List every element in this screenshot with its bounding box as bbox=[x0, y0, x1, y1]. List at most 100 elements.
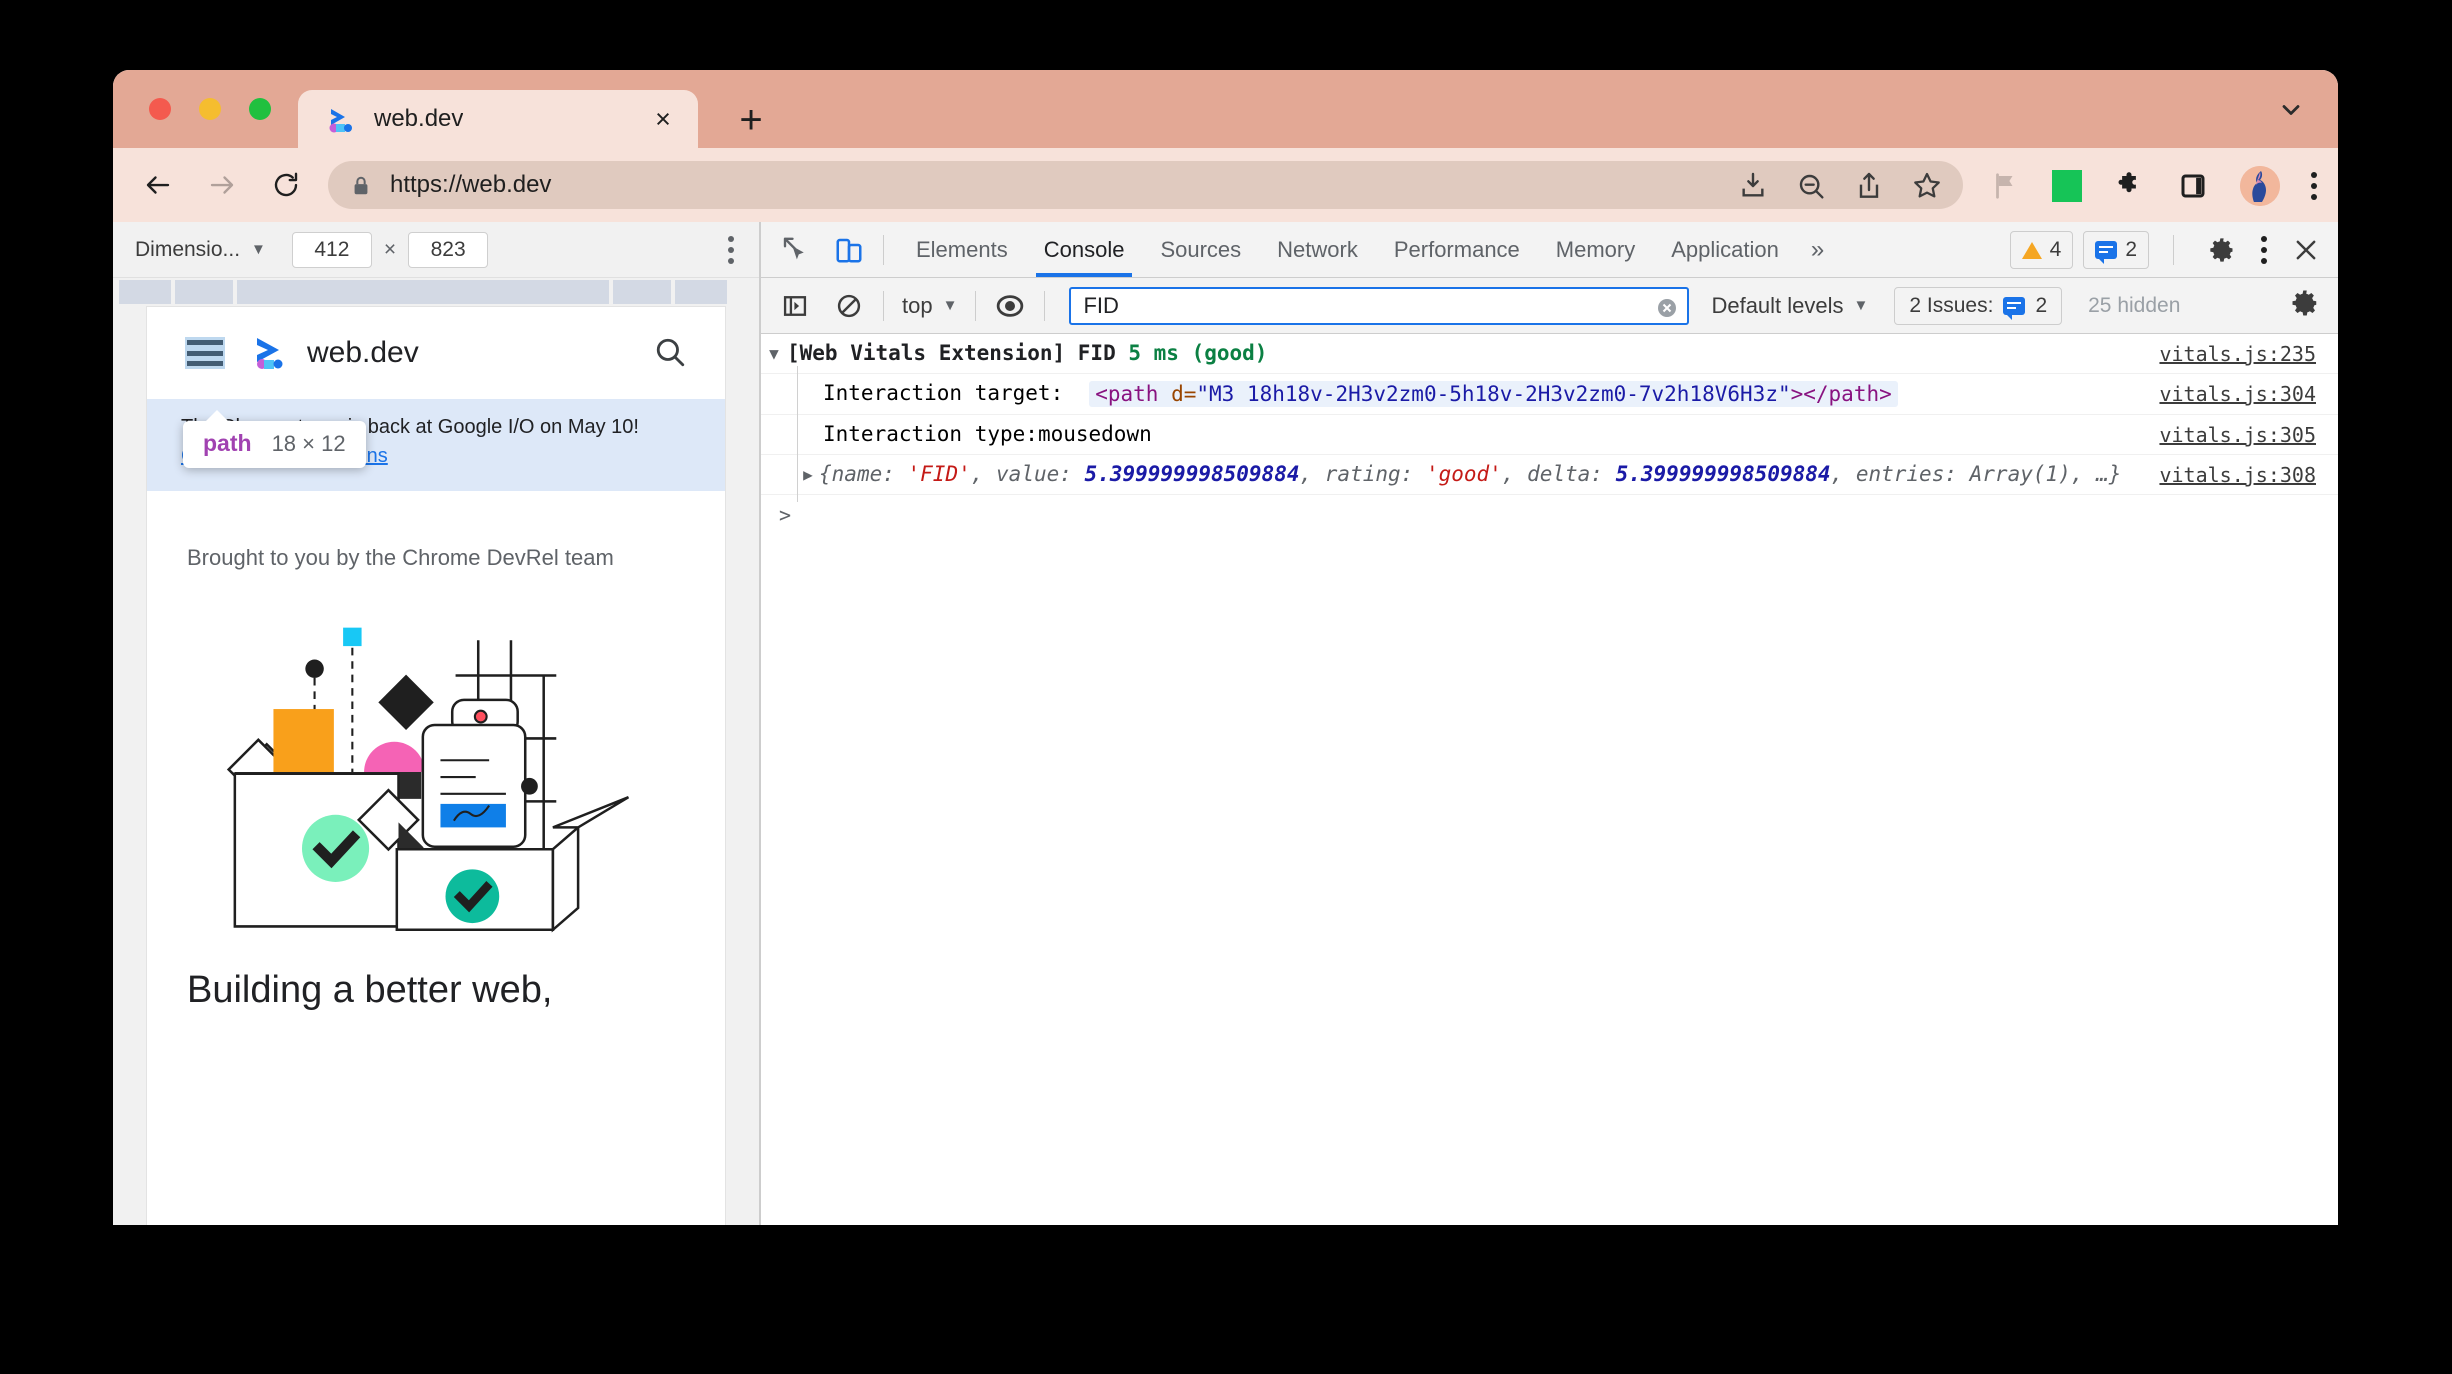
expand-arrow-icon[interactable]: ▼ bbox=[761, 341, 787, 363]
console-group-header[interactable]: ▼ [Web Vitals Extension] FID 5 ms (good)… bbox=[761, 334, 2338, 374]
console-message-interaction-type: Interaction type: mousedown vitals.js:30… bbox=[761, 407, 2338, 462]
maximize-window-button[interactable] bbox=[249, 98, 271, 120]
console-context-selector[interactable]: top ▼ bbox=[902, 293, 957, 319]
clear-console-icon[interactable] bbox=[829, 286, 869, 326]
bookmark-star-icon[interactable] bbox=[1911, 170, 1943, 202]
console-settings-gear-icon[interactable] bbox=[2290, 288, 2320, 323]
divider bbox=[883, 290, 884, 321]
levels-label: Default levels bbox=[1711, 292, 1844, 318]
console-sidebar-icon[interactable] bbox=[775, 286, 815, 326]
tab-elements[interactable]: Elements bbox=[898, 222, 1026, 277]
download-icon[interactable] bbox=[1737, 170, 1769, 202]
console-filter-input[interactable]: FID bbox=[1069, 286, 1690, 325]
filter-value: FID bbox=[1083, 292, 1119, 318]
console-toolbar: top ▼ FID Default levels ▼ 2 Issues: 2 2… bbox=[761, 278, 2338, 334]
log-levels-dropdown[interactable]: Default levels ▼ bbox=[1711, 293, 1868, 319]
device-height-input[interactable]: 823 bbox=[408, 231, 489, 268]
address-bar[interactable]: https://web.dev bbox=[328, 161, 1963, 209]
flag-icon[interactable] bbox=[1988, 169, 2022, 203]
warnings-badge[interactable]: 4 bbox=[2009, 231, 2074, 269]
device-viewport[interactable]: web.dev path 18 × 12 The Chrome team is … bbox=[147, 307, 725, 1225]
message-label: Interaction type: bbox=[823, 422, 1038, 446]
clear-input-icon[interactable] bbox=[1655, 296, 1679, 320]
tooltip-tag-name: path bbox=[203, 430, 252, 456]
source-link[interactable]: vitals.js:235 bbox=[2159, 342, 2316, 366]
dom-node-preview[interactable]: <path d="M3 18h18v-2H3v2zm0-5h18v-2H3v2z… bbox=[1089, 381, 1898, 407]
close-tab-button[interactable]: × bbox=[648, 104, 678, 134]
issues-count: 2 bbox=[2125, 238, 2137, 261]
console-prompt[interactable]: > bbox=[761, 495, 2338, 527]
group-title: [Web Vitals Extension] FID 5 ms (good) bbox=[787, 341, 1268, 365]
source-link[interactable]: vitals.js:304 bbox=[2159, 382, 2316, 406]
more-tabs-button[interactable]: » bbox=[1797, 236, 1838, 264]
device-toolbar: Dimensio... ▼ 412 × 823 bbox=[113, 222, 759, 278]
puzzle-extensions-icon[interactable] bbox=[2112, 169, 2146, 203]
tab-performance[interactable]: Performance bbox=[1376, 222, 1538, 277]
inspect-element-icon[interactable] bbox=[775, 230, 815, 270]
console-message-object[interactable]: ▶ {name: 'FID', value: 5.399999998509884… bbox=[761, 447, 2338, 502]
live-expression-icon[interactable] bbox=[990, 286, 1030, 326]
tab-strip: web.dev × + bbox=[113, 70, 2338, 148]
tab-sources[interactable]: Sources bbox=[1142, 222, 1259, 277]
hamburger-menu-icon[interactable] bbox=[185, 337, 225, 369]
source-link[interactable]: vitals.js:308 bbox=[2159, 463, 2316, 487]
new-tab-button[interactable]: + bbox=[733, 100, 769, 140]
close-window-button[interactable] bbox=[149, 98, 171, 120]
tooltip-dimensions: 18 × 12 bbox=[271, 431, 346, 456]
tab-console[interactable]: Console bbox=[1026, 222, 1143, 277]
side-panel-icon[interactable] bbox=[2176, 169, 2210, 203]
chevron-down-icon[interactable] bbox=[2276, 95, 2306, 125]
close-icon[interactable] bbox=[2286, 230, 2326, 270]
browser-actions bbox=[1988, 166, 2318, 206]
devtools-tabbar-actions: 4 2 bbox=[2009, 230, 2326, 270]
issue-bubble-icon bbox=[2003, 296, 2026, 320]
viewport-ruler[interactable] bbox=[113, 278, 759, 306]
reload-button[interactable] bbox=[259, 158, 313, 212]
browser-menu-icon[interactable] bbox=[2310, 172, 2318, 200]
issue-bubble-icon bbox=[2095, 241, 2118, 264]
webdev-logo-icon bbox=[325, 103, 357, 135]
site-header: web.dev bbox=[147, 307, 725, 399]
device-preset-dropdown[interactable]: Dimensio... ▼ bbox=[135, 238, 266, 262]
expand-arrow-icon[interactable]: ▶ bbox=[797, 462, 819, 484]
lock-icon bbox=[350, 173, 370, 197]
devtools-tabbar: Elements Console Sources Network Perform… bbox=[761, 222, 2338, 278]
element-inspect-tooltip: path 18 × 12 bbox=[183, 410, 366, 468]
device-more-options-icon[interactable] bbox=[727, 236, 735, 264]
tab-memory[interactable]: Memory bbox=[1538, 222, 1653, 277]
window-controls bbox=[149, 98, 271, 120]
browser-tab[interactable]: web.dev × bbox=[298, 90, 698, 148]
console-issues-button[interactable]: 2 Issues: 2 bbox=[1894, 286, 2063, 325]
forward-button[interactable] bbox=[195, 158, 249, 212]
page-body: Brought to you by the Chrome DevRel team bbox=[147, 491, 725, 1015]
gear-icon[interactable] bbox=[2202, 230, 2242, 270]
hidden-messages-count: 25 hidden bbox=[2088, 293, 2181, 317]
device-width-input[interactable]: 412 bbox=[291, 231, 372, 268]
object-preview[interactable]: {name: 'FID', value: 5.399999998509884, … bbox=[819, 462, 2121, 486]
message-label: Interaction target: bbox=[823, 381, 1064, 405]
issues-badge[interactable]: 2 bbox=[2083, 231, 2149, 269]
divider bbox=[975, 290, 977, 321]
more-options-icon[interactable] bbox=[2260, 236, 2268, 264]
share-icon[interactable] bbox=[1853, 170, 1885, 202]
url-text: https://web.dev bbox=[390, 171, 552, 198]
search-icon[interactable] bbox=[653, 335, 687, 369]
console-messages[interactable]: ▼ [Web Vitals Extension] FID 5 ms (good)… bbox=[761, 334, 2338, 1225]
minimize-window-button[interactable] bbox=[199, 98, 221, 120]
web-vitals-extension-icon[interactable] bbox=[2052, 170, 2082, 202]
chevron-down-icon: ▼ bbox=[1853, 297, 1869, 314]
device-viewport-wrapper: web.dev path 18 × 12 The Chrome team is … bbox=[113, 307, 759, 1225]
back-button[interactable] bbox=[131, 158, 185, 212]
device-toolbar-icon[interactable] bbox=[829, 230, 869, 270]
browser-window: web.dev × + https://web.dev Dimensio... … bbox=[113, 70, 2338, 1225]
tab-network[interactable]: Network bbox=[1259, 222, 1376, 277]
tab-application[interactable]: Application bbox=[1653, 222, 1797, 277]
source-link[interactable]: vitals.js:305 bbox=[2159, 423, 2316, 447]
lower-split: Dimensio... ▼ 412 × 823 web.dev path 18 … bbox=[113, 222, 2338, 1225]
profile-avatar-icon[interactable] bbox=[2240, 166, 2280, 206]
dimension-separator: × bbox=[383, 237, 397, 261]
zoom-out-icon[interactable] bbox=[1795, 170, 1827, 202]
console-message-interaction-target: Interaction target: <path d="M3 18h18v-2… bbox=[761, 366, 2338, 422]
divider bbox=[1044, 290, 1046, 321]
site-name: web.dev bbox=[307, 336, 419, 369]
